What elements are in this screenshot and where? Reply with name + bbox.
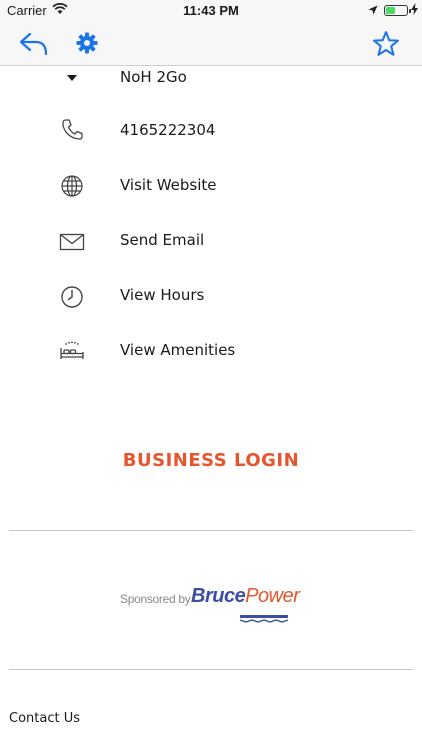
info-row-postal-code: NoH 2Go: [0, 66, 422, 106]
sponsor-wave-icon: [239, 608, 289, 627]
location-arrow-icon: [368, 4, 378, 19]
reply-arrow-icon[interactable]: [18, 30, 50, 58]
sponsor-banner[interactable]: Sponsored by BrucePower: [120, 583, 310, 623]
charging-bolt-icon: [411, 3, 418, 19]
info-row-amenities[interactable]: View Amenities: [0, 332, 422, 372]
postal-code-label: NoH 2Go: [120, 68, 187, 86]
business-login-button[interactable]: BUSINESS LOGIN: [0, 450, 422, 471]
send-email-link[interactable]: Send Email: [120, 231, 204, 249]
navigation-bar: [0, 22, 422, 66]
clock-icon: [59, 284, 85, 310]
battery-icon: [384, 5, 411, 16]
info-row-website[interactable]: Visit Website: [0, 167, 422, 207]
star-icon[interactable]: [372, 30, 400, 58]
globe-icon: [59, 173, 85, 199]
dropdown-caret-icon: [67, 66, 77, 85]
visit-website-link[interactable]: Visit Website: [120, 176, 217, 194]
view-hours-link[interactable]: View Hours: [120, 286, 204, 304]
bed-icon: [59, 339, 85, 365]
info-row-phone[interactable]: 4165222304: [0, 112, 422, 152]
status-bar: Carrier 11:43 PM: [0, 0, 422, 22]
divider: [9, 530, 413, 531]
info-row-email[interactable]: Send Email: [0, 222, 422, 262]
info-row-hours[interactable]: View Hours: [0, 277, 422, 317]
battery-fill: [386, 7, 395, 14]
phone-icon: [59, 117, 85, 143]
divider: [9, 669, 413, 670]
gear-icon[interactable]: [76, 32, 98, 54]
status-time: 11:43 PM: [183, 3, 239, 18]
sponsor-brand-second: Power: [245, 585, 300, 607]
sponsor-logo: BrucePower: [191, 585, 300, 608]
envelope-icon: [59, 229, 85, 255]
sponsor-brand-first: Bruce: [191, 585, 246, 607]
phone-number-link[interactable]: 4165222304: [120, 121, 215, 139]
view-amenities-link[interactable]: View Amenities: [120, 341, 235, 359]
contact-us-link[interactable]: Contact Us: [9, 711, 80, 726]
sponsor-prefix: Sponsored by: [120, 592, 191, 606]
